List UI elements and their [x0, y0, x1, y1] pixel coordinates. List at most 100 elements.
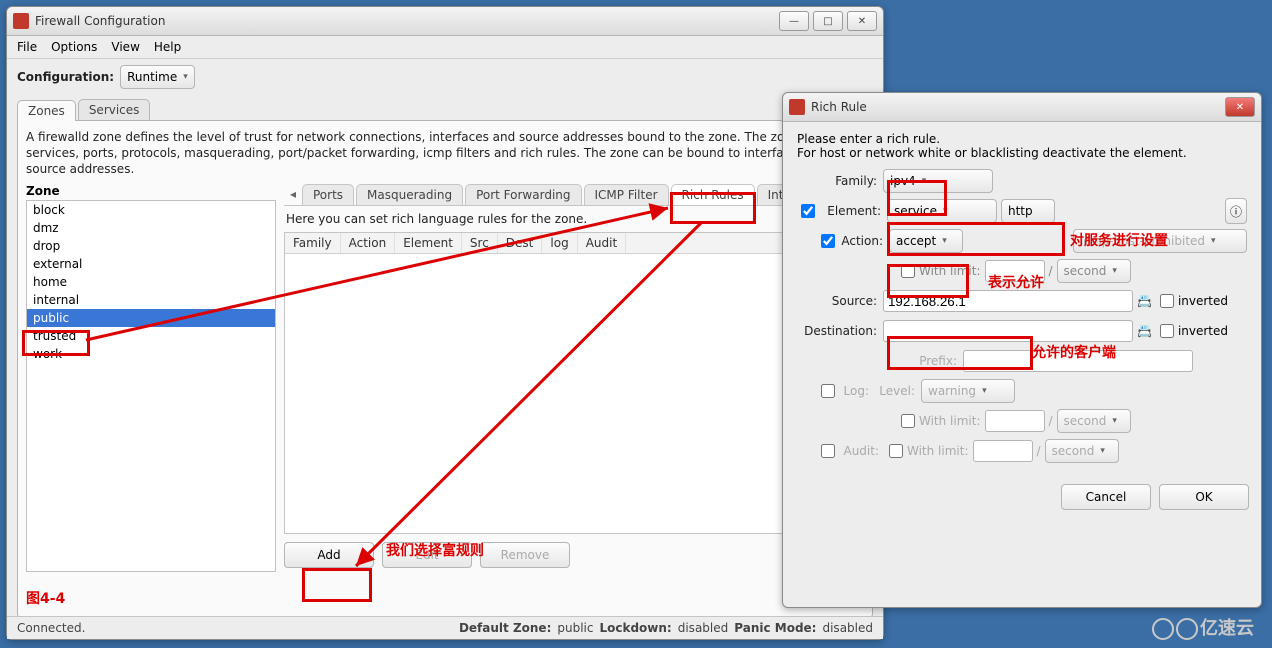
action-limit-input[interactable] [985, 260, 1045, 282]
source-input[interactable] [883, 290, 1133, 312]
log-limit-unit[interactable]: second▾ [1057, 409, 1131, 433]
action-limit-label: With limit: [919, 264, 981, 278]
tab-services[interactable]: Services [78, 99, 151, 120]
audit-limit-unit[interactable]: second▾ [1045, 439, 1119, 463]
column-dest[interactable]: Dest [498, 233, 543, 253]
zone-item-block[interactable]: block [27, 201, 275, 219]
prefix-input[interactable] [963, 350, 1193, 372]
ok-button[interactable]: OK [1159, 484, 1249, 510]
family-label: Family: [797, 174, 877, 188]
menu-help[interactable]: Help [154, 40, 181, 54]
panic-mode-value: disabled [822, 621, 873, 635]
zone-item-internal[interactable]: internal [27, 291, 275, 309]
dialog-intro2: For host or network white or blacklistin… [797, 146, 1247, 160]
watermark: 亿速云 [1152, 614, 1254, 640]
element-value-select[interactable]: http [1001, 199, 1055, 223]
element-info-button[interactable]: ⓘ [1225, 198, 1247, 224]
lockdown-value: disabled [678, 621, 729, 635]
action-combo[interactable]: accept▾ [889, 229, 963, 253]
zone-header: Zone [26, 184, 276, 198]
lockdown-label: Lockdown: [599, 621, 671, 635]
audit-label: Audit: [839, 444, 879, 458]
source-inverted-checkbox[interactable] [1160, 294, 1174, 308]
subtab-port-forwarding[interactable]: Port Forwarding [465, 184, 581, 205]
log-limit-label: With limit: [919, 414, 981, 428]
zone-item-dmz[interactable]: dmz [27, 219, 275, 237]
column-action[interactable]: Action [341, 233, 396, 253]
audit-limit-checkbox[interactable] [889, 444, 903, 458]
menu-file[interactable]: File [17, 40, 37, 54]
action-limit-checkbox[interactable] [901, 264, 915, 278]
log-limit-checkbox[interactable] [901, 414, 915, 428]
window-title: Firewall Configuration [35, 14, 165, 28]
dialog-intro1: Please enter a rich rule. [797, 132, 1247, 146]
zone-item-public[interactable]: public [27, 309, 275, 327]
menu-view[interactable]: View [111, 40, 139, 54]
audit-limit-label: With limit: [907, 444, 969, 458]
level-label: Level: [875, 384, 915, 398]
action-checkbox[interactable] [821, 234, 835, 248]
dialog-close-button[interactable]: ✕ [1225, 97, 1255, 117]
log-label: Log: [839, 384, 869, 398]
audit-checkbox[interactable] [821, 444, 835, 458]
element-label: Element: [819, 204, 881, 218]
column-family[interactable]: Family [285, 233, 341, 253]
add-button[interactable]: Add [284, 542, 374, 568]
default-zone-label: Default Zone: [459, 621, 551, 635]
edit-button[interactable]: Edit [382, 542, 472, 568]
close-button[interactable]: ✕ [847, 11, 877, 31]
log-limit-input[interactable] [985, 410, 1045, 432]
destination-label: Destination: [797, 324, 877, 338]
subtab-ports[interactable]: Ports [302, 184, 354, 205]
column-src[interactable]: Src [462, 233, 498, 253]
configuration-label: Configuration: [17, 70, 114, 84]
remove-button[interactable]: Remove [480, 542, 570, 568]
action-label: Action: [839, 234, 883, 248]
cancel-button[interactable]: Cancel [1061, 484, 1151, 510]
maximize-button[interactable]: □ [813, 11, 843, 31]
zone-item-work[interactable]: work [27, 345, 275, 363]
subtab-icmp-filter[interactable]: ICMP Filter [584, 184, 669, 205]
configuration-combo[interactable]: Runtime▾ [120, 65, 195, 89]
zone-item-home[interactable]: home [27, 273, 275, 291]
tab-zones[interactable]: Zones [17, 100, 76, 121]
menu-options[interactable]: Options [51, 40, 97, 54]
log-level-combo[interactable]: warning▾ [921, 379, 1015, 403]
zone-item-trusted[interactable]: trusted [27, 327, 275, 345]
column-element[interactable]: Element [395, 233, 462, 253]
app-icon [13, 13, 29, 29]
destination-picker-icon[interactable]: 📇 [1137, 324, 1152, 338]
panic-mode-label: Panic Mode: [734, 621, 816, 635]
zone-item-drop[interactable]: drop [27, 237, 275, 255]
default-zone-value: public [557, 621, 593, 635]
element-type-combo[interactable]: service▾ [887, 199, 997, 223]
source-picker-icon[interactable]: 📇 [1137, 294, 1152, 308]
app-icon [789, 99, 805, 115]
zone-item-external[interactable]: external [27, 255, 275, 273]
family-combo[interactable]: ipv4▾ [883, 169, 993, 193]
action-limit-unit[interactable]: second▾ [1057, 259, 1131, 283]
subtab-scroll-left[interactable]: ◂ [284, 187, 302, 201]
prefix-label: Prefix: [917, 354, 957, 368]
icmp-type-combo[interactable]: icmp-host-prohibited▾ [1073, 229, 1247, 253]
destination-inverted-label: inverted [1178, 324, 1228, 338]
destination-inverted-checkbox[interactable] [1160, 324, 1174, 338]
dialog-title: Rich Rule [811, 100, 867, 114]
source-label: Source: [797, 294, 877, 308]
chevron-down-icon: ▾ [183, 72, 188, 82]
rich-rules-table: FamilyActionElementSrcDestlogAudit [284, 232, 864, 534]
audit-limit-input[interactable] [973, 440, 1033, 462]
column-audit[interactable]: Audit [578, 233, 626, 253]
subtab-masquerading[interactable]: Masquerading [356, 184, 463, 205]
subtab-rich-rules[interactable]: Rich Rules [671, 184, 755, 205]
source-inverted-label: inverted [1178, 294, 1228, 308]
zone-description: A firewalld zone defines the level of tr… [26, 129, 864, 178]
log-checkbox[interactable] [821, 384, 835, 398]
rich-rules-description: Here you can set rich language rules for… [284, 206, 864, 232]
column-log[interactable]: log [542, 233, 577, 253]
element-checkbox[interactable] [801, 204, 815, 218]
destination-input[interactable] [883, 320, 1133, 342]
zone-listbox[interactable]: blockdmzdropexternalhomeinternalpublictr… [26, 200, 276, 572]
minimize-button[interactable]: — [779, 11, 809, 31]
status-connected: Connected. [17, 621, 85, 635]
